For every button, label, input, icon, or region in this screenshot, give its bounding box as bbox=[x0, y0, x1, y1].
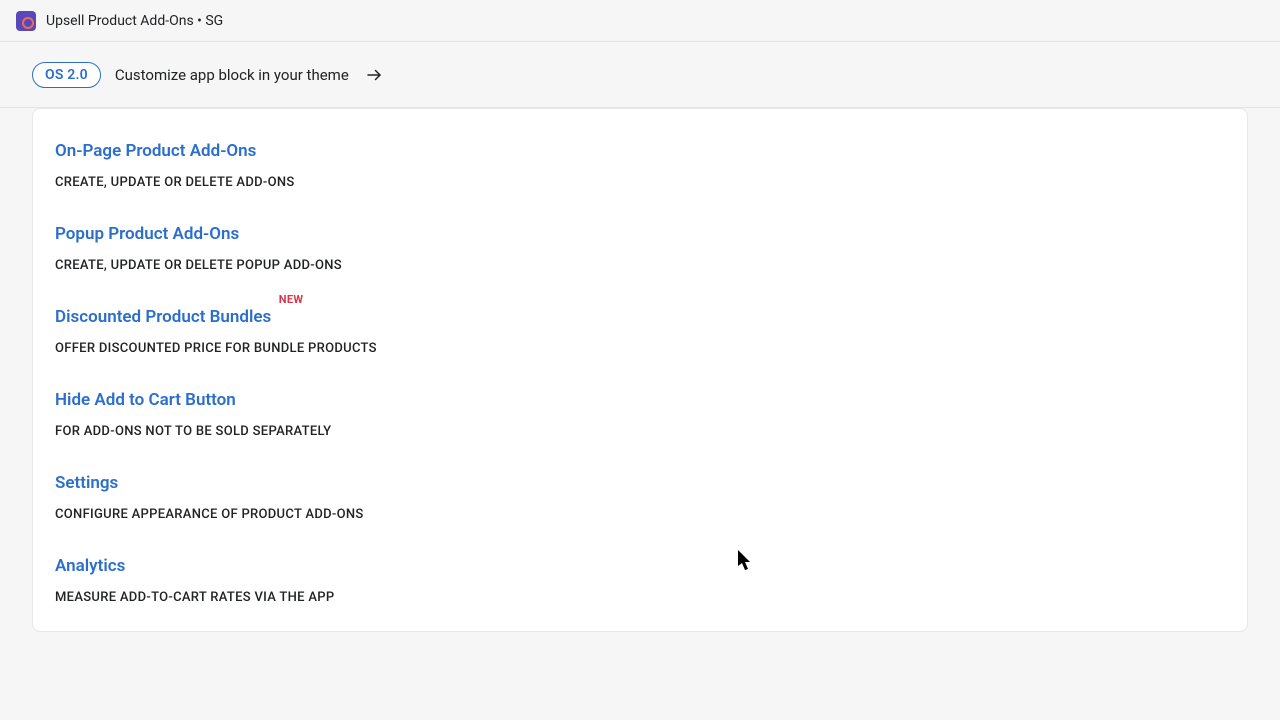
link-hide-add-to-cart[interactable]: Hide Add to Cart Button bbox=[55, 390, 236, 410]
theme-customize-banner[interactable]: OS 2.0 Customize app block in your theme bbox=[0, 42, 1280, 108]
desc-discounted-bundles: OFFER DISCOUNTED PRICE FOR BUNDLE PRODUC… bbox=[55, 341, 1225, 356]
section-settings: Settings CONFIGURE APPEARANCE OF PRODUCT… bbox=[55, 473, 1225, 522]
section-discounted-bundles: Discounted Product Bundles NEW OFFER DIS… bbox=[55, 307, 1225, 356]
arrow-right-icon bbox=[365, 66, 383, 84]
main-card: On-Page Product Add-Ons CREATE, UPDATE O… bbox=[32, 108, 1248, 632]
desc-settings: CONFIGURE APPEARANCE OF PRODUCT ADD-ONS bbox=[55, 507, 1225, 522]
desc-popup-addons: CREATE, UPDATE OR DELETE POPUP ADD-ONS bbox=[55, 258, 1225, 273]
link-on-page-addons[interactable]: On-Page Product Add-Ons bbox=[55, 141, 256, 161]
topbar: Upsell Product Add-Ons • SG bbox=[0, 0, 1280, 42]
section-popup-addons: Popup Product Add-Ons CREATE, UPDATE OR … bbox=[55, 224, 1225, 273]
banner-text: Customize app block in your theme bbox=[115, 66, 349, 84]
section-on-page-addons: On-Page Product Add-Ons CREATE, UPDATE O… bbox=[55, 141, 1225, 190]
app-logo-icon bbox=[16, 11, 36, 31]
section-analytics: Analytics MEASURE ADD-TO-CART RATES VIA … bbox=[55, 556, 1225, 605]
section-hide-add-to-cart: Hide Add to Cart Button FOR ADD-ONS NOT … bbox=[55, 390, 1225, 439]
desc-hide-add-to-cart: FOR ADD-ONS NOT TO BE SOLD SEPARATELY bbox=[55, 424, 1225, 439]
title-text: Discounted Product Bundles bbox=[55, 307, 271, 327]
os-version-badge: OS 2.0 bbox=[32, 62, 101, 88]
desc-on-page-addons: CREATE, UPDATE OR DELETE ADD-ONS bbox=[55, 175, 1225, 190]
link-settings[interactable]: Settings bbox=[55, 473, 118, 493]
link-analytics[interactable]: Analytics bbox=[55, 556, 125, 576]
new-badge: NEW bbox=[279, 293, 303, 306]
link-discounted-bundles[interactable]: Discounted Product Bundles NEW bbox=[55, 307, 271, 327]
desc-analytics: MEASURE ADD-TO-CART RATES VIA THE APP bbox=[55, 590, 1225, 605]
app-title: Upsell Product Add-Ons • SG bbox=[46, 13, 223, 29]
link-popup-addons[interactable]: Popup Product Add-Ons bbox=[55, 224, 239, 244]
